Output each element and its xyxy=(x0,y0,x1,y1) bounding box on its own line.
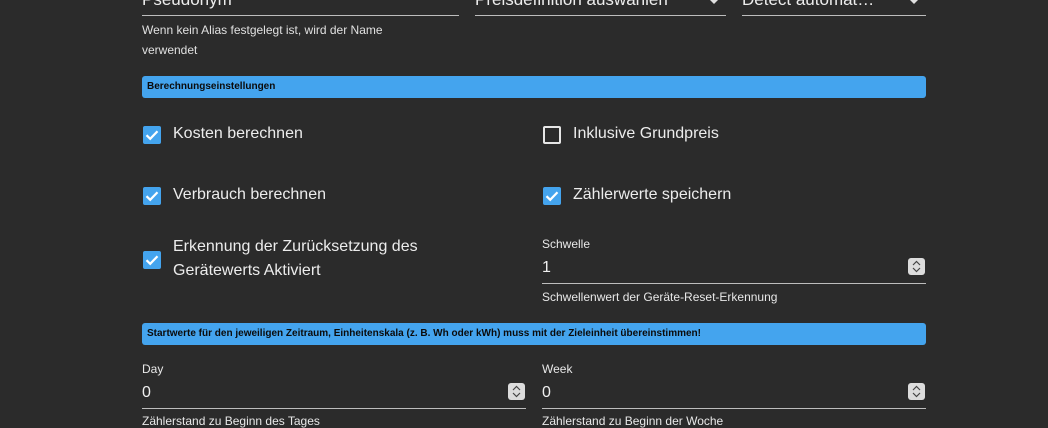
up-down-arrows-icon xyxy=(512,385,521,398)
up-down-arrows-icon xyxy=(912,385,921,398)
cost-checkbox[interactable] xyxy=(143,126,161,144)
consumption-checkbox[interactable] xyxy=(143,187,161,205)
price-definition-select[interactable]: Preisdefinition auswählen xyxy=(475,0,700,10)
base-price-checkbox[interactable] xyxy=(543,126,561,144)
start-values-banner: Startwerte für den jeweiligen Zeitraum, … xyxy=(142,323,926,345)
detect-select-chevron-down-icon[interactable] xyxy=(909,0,919,4)
day-underline xyxy=(142,408,526,409)
week-label: Week xyxy=(542,362,573,376)
week-underline xyxy=(542,408,926,409)
check-icon xyxy=(145,130,159,141)
reset-detect-checkbox-label[interactable]: Erkennung der Zurücksetzung des Gerätewe… xyxy=(173,235,448,283)
threshold-input[interactable]: 1 xyxy=(542,259,551,277)
threshold-stepper[interactable] xyxy=(908,258,925,275)
check-icon xyxy=(545,191,559,202)
base-price-checkbox-label[interactable]: Inklusive Grundpreis xyxy=(573,122,719,146)
alias-input-underline xyxy=(142,15,459,16)
alias-input[interactable]: Pseudonym xyxy=(142,0,452,10)
threshold-helper-text: Schwellenwert der Geräte-Reset-Erkennung xyxy=(542,290,778,304)
detect-unit-select[interactable]: Detect automat… xyxy=(742,0,897,10)
threshold-label: Schwelle xyxy=(542,237,591,251)
threshold-underline xyxy=(542,283,926,284)
detect-select-underline xyxy=(742,15,926,16)
store-meter-checkbox[interactable] xyxy=(543,187,561,205)
cost-checkbox-label[interactable]: Kosten berechnen xyxy=(173,122,303,146)
check-icon xyxy=(145,191,159,202)
day-input[interactable]: 0 xyxy=(142,384,151,402)
price-select-underline xyxy=(475,15,726,16)
alias-helper-text: Wenn kein Alias festgelegt ist, wird der… xyxy=(142,23,383,57)
day-label: Day xyxy=(142,362,164,376)
price-select-chevron-down-icon[interactable] xyxy=(709,0,719,4)
consumption-checkbox-label[interactable]: Verbrauch berechnen xyxy=(173,183,326,207)
up-down-arrows-icon xyxy=(912,260,921,273)
week-input[interactable]: 0 xyxy=(542,384,551,402)
check-icon xyxy=(145,255,159,266)
reset-detect-checkbox[interactable] xyxy=(143,251,161,269)
calc-settings-banner: Berechnungseinstellungen xyxy=(142,76,926,98)
store-meter-checkbox-label[interactable]: Zählerwerte speichern xyxy=(573,183,731,207)
day-stepper[interactable] xyxy=(508,383,525,400)
week-stepper[interactable] xyxy=(908,383,925,400)
